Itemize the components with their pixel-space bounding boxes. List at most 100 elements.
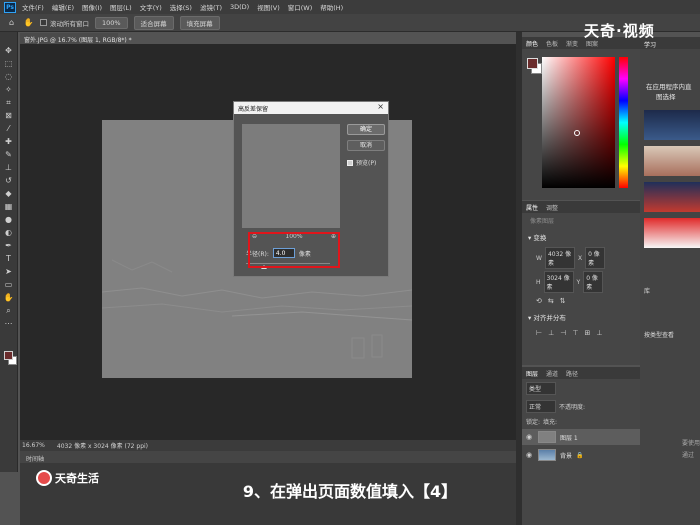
y-field[interactable]: 0 像素: [583, 271, 604, 293]
layers-tabs: 图层 通道 路径: [522, 367, 640, 379]
checkbox-box[interactable]: [40, 19, 47, 26]
menu-window[interactable]: 窗口(W): [288, 2, 313, 12]
checkbox-checked[interactable]: [347, 159, 353, 166]
hand-icon[interactable]: ✋: [3, 293, 14, 303]
fg-color-chip[interactable]: [527, 58, 538, 69]
layer-name: 图层 1: [560, 434, 578, 442]
foreground-color-swatch[interactable]: [4, 351, 13, 360]
gradient-tool-icon[interactable]: ▦: [3, 202, 14, 212]
flip-vertical-icon[interactable]: ⇅: [560, 297, 566, 305]
scroll-all-windows-checkbox[interactable]: 滚动所有窗口: [40, 18, 89, 28]
hand-tool-icon[interactable]: ✋: [23, 18, 34, 28]
color-picker-field[interactable]: [542, 57, 615, 188]
hue-slider[interactable]: [619, 57, 628, 188]
tutorial-thumbnail-3[interactable]: [644, 182, 700, 212]
tab-color[interactable]: 颜色: [526, 39, 538, 48]
watermark: 天奇·视频: [584, 22, 655, 40]
rotate-icon[interactable]: ⟲: [536, 297, 542, 305]
fill-screen-button[interactable]: 填充屏幕: [179, 15, 220, 30]
rectangle-tool-icon[interactable]: ▭: [3, 280, 14, 290]
healing-brush-icon[interactable]: ✚: [3, 137, 14, 147]
pen-tool-icon[interactable]: ✒: [3, 241, 14, 251]
menu-select[interactable]: 选择(S): [170, 2, 192, 12]
close-icon[interactable]: ×: [377, 102, 384, 111]
kind-filter-dropdown[interactable]: 类型: [526, 382, 556, 395]
stamp-tool-icon[interactable]: ⊥: [3, 163, 14, 173]
menu-filter[interactable]: 滤镜(T): [200, 2, 222, 12]
marquee-tool-icon[interactable]: ⬚: [3, 59, 14, 69]
zoom-tool-icon[interactable]: ⌕: [3, 306, 14, 316]
zoom-100-button[interactable]: 100%: [95, 16, 128, 29]
dialog-title-bar: 高反差保留 ×: [234, 102, 388, 114]
zoom-status: 16.67%: [22, 442, 45, 449]
tab-gradients[interactable]: 渐变: [566, 39, 578, 48]
frame-tool-icon[interactable]: ⊠: [3, 111, 14, 121]
lasso-tool-icon[interactable]: ◌: [3, 72, 14, 82]
x-field[interactable]: 0 像素: [585, 247, 606, 269]
menu-type[interactable]: 文字(Y): [140, 2, 162, 12]
magic-wand-icon[interactable]: ✧: [3, 85, 14, 95]
tab-swatches[interactable]: 色板: [546, 39, 558, 48]
tab-channels[interactable]: 通道: [546, 369, 558, 378]
color-picker-cursor[interactable]: [574, 130, 580, 136]
brush-tool-icon[interactable]: ✎: [3, 150, 14, 160]
align-bottom-icon[interactable]: ⊥: [596, 329, 602, 337]
blur-tool-icon[interactable]: ●: [3, 215, 14, 225]
ok-button[interactable]: 确定: [347, 124, 385, 135]
document-tab[interactable]: 窗外.JPG @ 16.7% (图层 1, RGB/8*) *: [20, 33, 132, 44]
eraser-icon[interactable]: ◆: [3, 189, 14, 199]
layer-row-layer1[interactable]: ◉ 图层 1: [522, 429, 640, 445]
library-footer-2: 通过: [682, 452, 695, 459]
properties-panel: 属性 调整 像素图层 ▾ 变换 W 4032 像素 X 0 像素 H 3024 …: [522, 201, 640, 365]
flip-horizontal-icon[interactable]: ⇆: [548, 297, 554, 305]
tutorial-thumbnail-4[interactable]: [644, 218, 700, 248]
preview-checkbox[interactable]: 预览(P): [347, 158, 376, 167]
layer-row-background[interactable]: ◉ 背景 🔒: [522, 447, 640, 463]
type-tool-icon[interactable]: T: [3, 254, 14, 264]
path-select-icon[interactable]: ➤: [3, 267, 14, 277]
align-left-icon[interactable]: ⊢: [536, 329, 542, 337]
blend-row: 正常 不透明度:: [522, 398, 640, 415]
width-field[interactable]: 4032 像素: [544, 247, 575, 269]
height-field[interactable]: 3024 像素: [543, 271, 574, 293]
w-label: W: [536, 254, 542, 262]
home-icon[interactable]: ⌂: [6, 18, 17, 28]
filter-preview[interactable]: [242, 124, 340, 228]
menu-help[interactable]: 帮助(H): [320, 2, 343, 12]
menu-view[interactable]: 视图(V): [257, 2, 280, 12]
move-tool-icon[interactable]: ✥: [3, 46, 14, 56]
tutorial-thumbnail-1[interactable]: [644, 110, 700, 140]
align-center-icon[interactable]: ⊥: [548, 329, 554, 337]
menu-edit[interactable]: 编辑(E): [52, 2, 74, 12]
more-tools-icon[interactable]: ⋯: [3, 319, 14, 329]
history-brush-icon[interactable]: ↺: [3, 176, 14, 186]
menu-file[interactable]: 文件(F): [22, 2, 44, 12]
menu-layer[interactable]: 图层(L): [110, 2, 132, 12]
menu-3d[interactable]: 3D(D): [230, 3, 249, 11]
eyedropper-icon[interactable]: ⁄: [3, 124, 14, 134]
cancel-button[interactable]: 取消: [347, 140, 385, 151]
tab-layers[interactable]: 图层: [526, 369, 538, 378]
timeline-tab[interactable]: 时间轴: [20, 451, 516, 463]
library-view-label[interactable]: 按类型查看: [644, 330, 674, 339]
transform-section-label[interactable]: ▾ 变换: [522, 228, 640, 246]
tab-adjustments[interactable]: 调整: [546, 203, 558, 212]
fit-screen-button[interactable]: 适合屏幕: [133, 15, 174, 30]
menu-image[interactable]: 图像(I): [82, 2, 102, 12]
tab-paths[interactable]: 路径: [566, 369, 578, 378]
eye-icon[interactable]: ◉: [526, 433, 534, 441]
tab-properties[interactable]: 属性: [526, 203, 538, 212]
crop-tool-icon[interactable]: ⌗: [3, 98, 14, 108]
align-right-icon[interactable]: ⊣: [560, 329, 566, 337]
align-middle-icon[interactable]: ⊞: [584, 329, 590, 337]
transform-label: 变换: [533, 234, 547, 242]
eye-icon[interactable]: ◉: [526, 451, 534, 459]
learn-line-2: 图选择: [656, 93, 676, 101]
tutorial-thumbnail-2[interactable]: [644, 146, 700, 176]
blend-mode-dropdown[interactable]: 正常: [526, 400, 556, 413]
align-top-icon[interactable]: ⊤: [572, 329, 578, 337]
align-section[interactable]: ▾ 对齐并分布: [522, 308, 640, 326]
tab-libraries[interactable]: 库: [644, 286, 650, 295]
dodge-tool-icon[interactable]: ◐: [3, 228, 14, 238]
library-footer-1: 要使用: [682, 440, 700, 447]
